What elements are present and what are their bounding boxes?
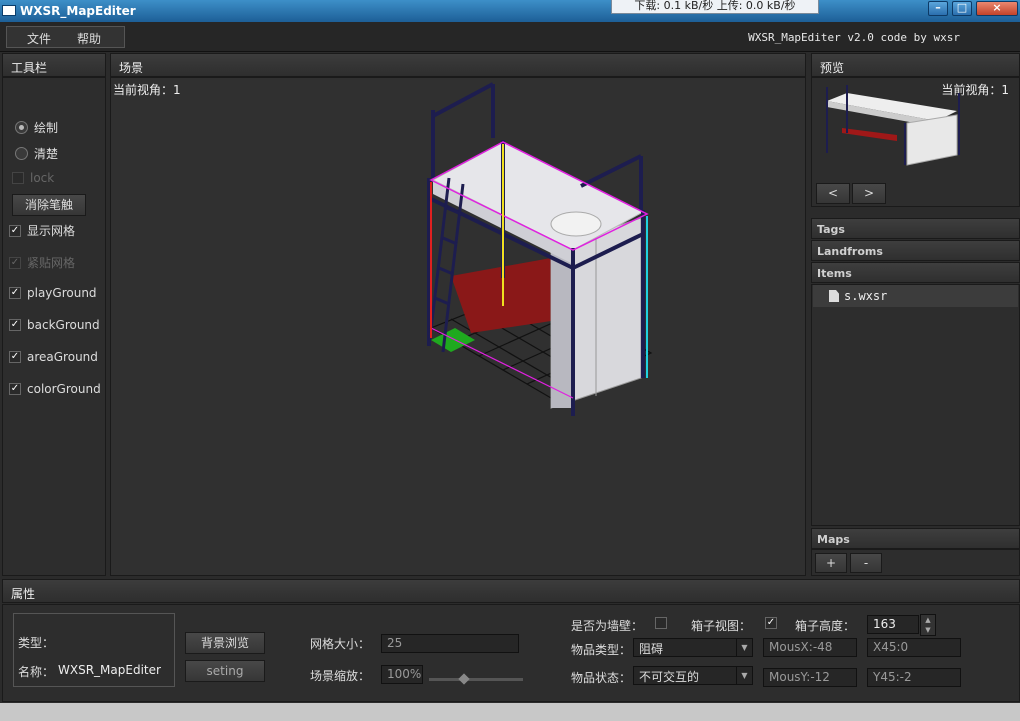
wardrobe-side [551,248,571,408]
snap-grid-check[interactable]: ✓ [9,256,21,269]
minimize-button[interactable]: – [928,1,948,16]
box-view-label: 箱子视图： [691,619,752,633]
item-state-value: 不可交互的 [639,670,700,684]
radio-draw-indicator[interactable] [15,121,28,134]
snap-grid-checkbox[interactable]: ✓ 紧贴网格 [9,254,75,271]
box-height-stepper[interactable]: ▲ ▼ [920,614,936,636]
radio-draw[interactable]: 绘制 [15,119,58,136]
preview-prev-button[interactable]: < [816,183,850,204]
menu-file[interactable]: 文件 [27,30,51,47]
toolbar-panel: 绘制 清楚 lock 消除笔触 ✓ 显示网格 ✓ 紧贴网格 ✓ playGrou… [2,77,106,576]
areaground-check[interactable]: ✓ [9,351,21,363]
radio-clear-label: 清楚 [34,147,59,161]
grid-size-input[interactable]: 25 [381,634,519,653]
lock-checkbox[interactable]: lock [12,171,54,185]
scene-panel-title: 场景 [110,53,806,77]
item-state-select[interactable]: 不可交互的 ▼ [633,666,753,685]
title-bar: WXSR_MapEditer 下载: 0.1 kB/秒 上传: 0.0 kB/秒… [0,0,1020,22]
properties-panel: 类型： 名称： WXSR_MapEditer 背景浏览 seting 网格大小：… [2,604,1020,702]
status-bar [0,703,1020,721]
snap-grid-label: 紧贴网格 [27,256,76,270]
colorground-checkbox[interactable]: ✓ colorGround [9,382,101,396]
is-wall-checkbox[interactable] [655,617,667,629]
setting-button[interactable]: seting [185,660,265,682]
colorground-check[interactable]: ✓ [9,383,21,395]
zoom-slider-track[interactable] [429,678,523,681]
menu-group: 文件 帮助 [6,26,125,48]
preview-thumbnail [826,85,960,166]
pillow [550,211,602,237]
colorground-label: colorGround [27,382,101,396]
items-section[interactable]: Items [811,262,1020,283]
toolbar-panel-title: 工具栏 [2,53,106,77]
menu-help[interactable]: 帮助 [77,30,101,47]
playground-label: playGround [27,286,97,300]
items-list: s.wxsr [811,284,1020,526]
erase-strokes-button[interactable]: 消除笔触 [12,194,86,216]
network-speed-indicator: 下载: 0.1 kB/秒 上传: 0.0 kB/秒 [611,0,819,14]
item-type-label: 物品类型： [571,643,632,657]
box-view-checkbox[interactable]: ✓ [765,617,777,629]
item-type-select[interactable]: 阻碍 ▼ [633,638,753,657]
scene-zoom-label: 场景缩放： [310,669,371,683]
properties-panel-title: 属性 [2,579,1020,603]
playground-checkbox[interactable]: ✓ playGround [9,286,97,300]
credit-text: WXSR_MapEditer v2.0 code by wxsr [748,31,960,44]
item-name: s.wxsr [844,289,888,303]
app-icon [2,5,16,16]
box-height-label: 箱子高度： [795,619,856,633]
mouse-y-readout: MousY:-12 [763,668,857,687]
name-value: WXSR_MapEditer [58,663,161,677]
box-height-input[interactable]: 163 [867,615,919,634]
lock-label: lock [30,171,55,185]
radio-clear-indicator[interactable] [15,147,28,160]
maximize-button[interactable]: □ [952,1,972,16]
areaground-label: areaGround [27,350,98,364]
close-button[interactable]: × [976,1,1018,16]
add-map-button[interactable]: + [815,553,847,573]
menu-bar: 文件 帮助 WXSR_MapEditer v2.0 code by wxsr [0,22,1020,52]
name-label: 名称： [18,665,55,679]
is-wall-label: 是否为墙壁： [571,619,644,633]
window-title: WXSR_MapEditer [20,4,136,18]
preview-panel-title: 预览 [811,53,1020,77]
show-grid-check[interactable]: ✓ [9,224,21,237]
tags-section[interactable]: Tags [811,218,1020,239]
item-state-label: 物品状态： [571,671,632,685]
list-item[interactable]: s.wxsr [813,285,1018,307]
background-browse-button[interactable]: 背景浏览 [185,632,265,654]
zoom-slider-thumb[interactable] [458,673,470,685]
maps-toolbar: + - [811,549,1020,576]
lock-checkbox-box[interactable] [12,172,24,184]
scene-canvas[interactable]: 当前视角：1 [110,77,806,576]
radio-draw-label: 绘制 [34,121,59,135]
show-grid-label: 显示网格 [27,224,76,238]
areaground-checkbox[interactable]: ✓ areaGround [9,350,98,364]
mouse-x-readout: MousX:-48 [763,638,857,657]
y45-readout: Y45:-2 [867,668,961,687]
background-checkbox[interactable]: ✓ backGround [9,318,100,332]
remove-map-button[interactable]: - [850,553,882,573]
x45-readout: X45:0 [867,638,961,657]
chevron-down-icon[interactable]: ▼ [736,639,752,656]
radio-clear[interactable]: 清楚 [15,145,58,162]
playground-check[interactable]: ✓ [9,287,21,299]
landforms-section[interactable]: Landfroms [811,240,1020,261]
show-grid-checkbox[interactable]: ✓ 显示网格 [9,222,75,239]
type-label: 类型： [18,636,55,650]
maps-section[interactable]: Maps [811,528,1020,549]
preview-panel: 当前视角：1 < > [811,77,1020,207]
type-name-group: 类型： 名称： WXSR_MapEditer [13,613,175,687]
background-label: backGround [27,318,100,332]
file-icon [829,290,839,302]
scene-zoom-input[interactable]: 100% [381,665,423,684]
bunk-bed-model[interactable] [111,78,806,576]
grid-size-label: 网格大小： [310,637,371,651]
item-type-value: 阻碍 [639,642,664,656]
background-check[interactable]: ✓ [9,319,21,331]
preview-next-button[interactable]: > [852,183,886,204]
chevron-down-icon[interactable]: ▼ [736,667,752,684]
